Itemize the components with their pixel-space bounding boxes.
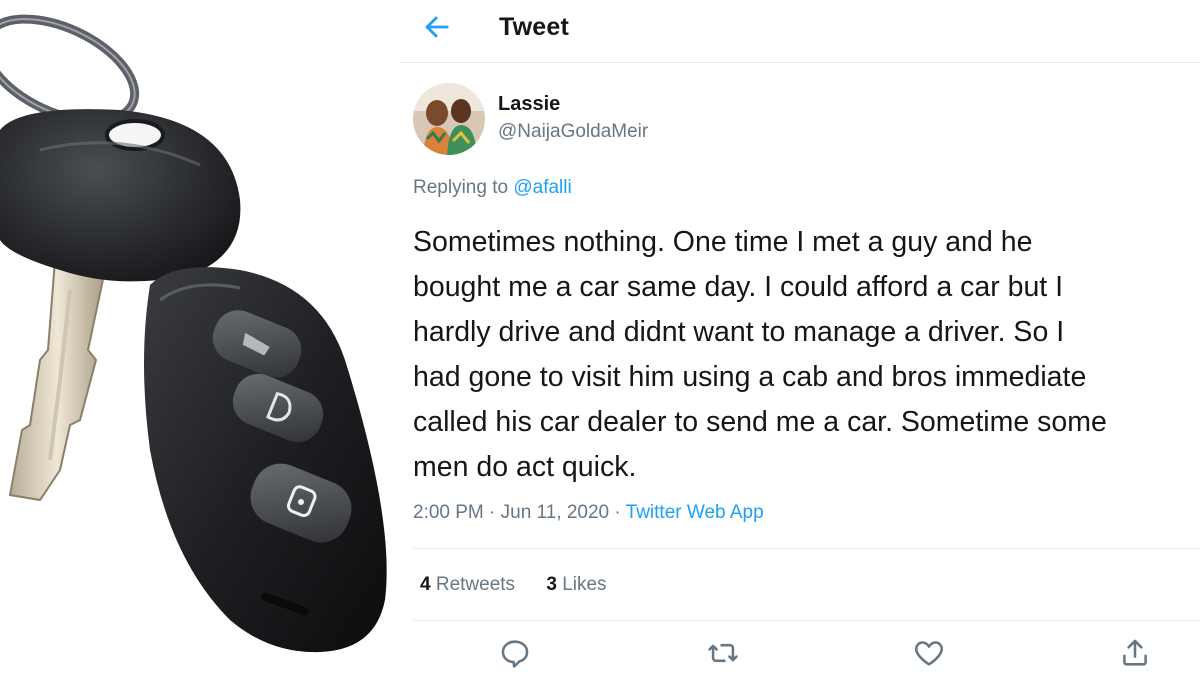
like-heart-icon[interactable]	[912, 636, 946, 670]
likes-label: Likes	[562, 574, 607, 595]
divider	[413, 548, 1200, 549]
replying-to: Replying to @afalli	[413, 177, 572, 199]
share-icon[interactable]	[1118, 636, 1152, 670]
likes-stat[interactable]: 3 Likes	[546, 574, 606, 595]
retweets-count: 4	[420, 574, 431, 595]
tweet-stats: 4 Retweets 3 Likes	[420, 574, 633, 596]
tweet-panel: Tweet Lassie @NaijaGoldaMeir Replying to…	[400, 0, 1200, 675]
likes-count: 3	[546, 574, 557, 595]
divider	[413, 620, 1200, 621]
tweet-text: Sometimes nothing. One time I met a guy …	[413, 226, 1107, 483]
back-arrow-icon[interactable]	[420, 10, 454, 44]
author-handle[interactable]: @NaijaGoldaMeir	[498, 121, 648, 143]
tweet-header: Tweet	[400, 0, 1200, 63]
reply-to-mention-link[interactable]: @afalli	[513, 177, 571, 198]
car-key-photo	[0, 0, 400, 675]
reply-icon[interactable]	[498, 636, 532, 670]
retweets-stat[interactable]: 4 Retweets	[420, 574, 515, 595]
page-title: Tweet	[499, 13, 569, 41]
tweet-metadata: 2:00 PM · Jun 11, 2020 · Twitter Web App	[413, 502, 764, 524]
tweet-actions-bar	[400, 636, 1200, 676]
avatar[interactable]	[413, 83, 485, 155]
tweet-source-link[interactable]: Twitter Web App	[626, 502, 764, 523]
tweet-timestamp[interactable]: 2:00 PM · Jun 11, 2020 ·	[413, 502, 626, 523]
replying-to-label: Replying to	[413, 177, 509, 198]
author-name[interactable]: Lassie	[498, 93, 560, 116]
retweets-label: Retweets	[435, 574, 516, 595]
retweet-icon[interactable]	[706, 636, 740, 670]
